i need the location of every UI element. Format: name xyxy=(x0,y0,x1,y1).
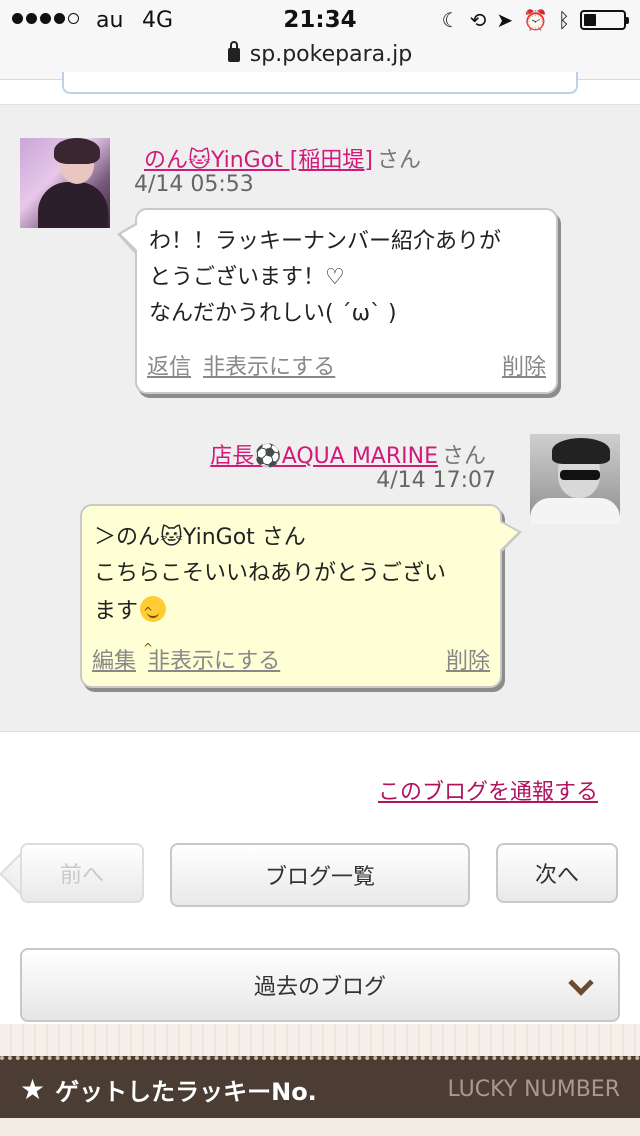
author-link[interactable]: 店長⚽AQUA MARINE xyxy=(210,444,438,469)
comment-bubble: わ！！ラッキーナンバー紹介ありが とうございます！♡ なんだかうれしい( ˊωˋ… xyxy=(117,208,558,394)
past-blog-label: 過去のブログ xyxy=(253,975,386,1000)
lucky-title: ゲットしたラッキーNo. xyxy=(55,1077,317,1106)
rotation-lock-icon: ⟲ xyxy=(469,8,487,32)
delete-button[interactable]: 削除 xyxy=(446,644,490,680)
edit-button[interactable]: 編集 xyxy=(92,644,136,680)
comment-line: なんだかうれしい( ˊωˋ ) xyxy=(149,301,397,326)
alarm-icon: ⏰ xyxy=(523,8,548,32)
decorative-divider xyxy=(0,1024,640,1056)
battery-icon xyxy=(580,10,629,30)
reply-button[interactable]: 返信 xyxy=(147,350,191,386)
comment-line: とうございます！♡ xyxy=(149,265,345,290)
soccer-ball-icon: ⚽ xyxy=(254,444,282,469)
location-arrow-icon: ➤ xyxy=(496,8,514,32)
comment-line: こちらこそいいねありがとうござい xyxy=(94,561,447,586)
delete-button[interactable]: 削除 xyxy=(502,350,546,386)
avatar[interactable] xyxy=(530,434,620,524)
hide-button[interactable]: 非表示にする xyxy=(148,644,280,680)
lock-icon xyxy=(227,41,240,62)
comment-line: わ！！ラッキーナンバー紹介ありが xyxy=(149,229,502,254)
comment-line: ます xyxy=(94,592,488,666)
comment-actions: 返信 非表示にする 削除 xyxy=(147,350,546,386)
reply-bubble: ＞のん🐱YinGot さん こちらこそいいねありがとうござい ます 編集 非表示… xyxy=(80,504,522,688)
blog-list-button[interactable]: ブログ一覧 xyxy=(170,843,470,907)
chevron-down-icon xyxy=(568,970,594,996)
cat-icon: 🐱 xyxy=(188,148,211,173)
lucky-number-bar[interactable]: ★ ゲットしたラッキーNo. LUCKY NUMBER xyxy=(0,1056,640,1118)
report-blog-link[interactable]: このブログを通報する xyxy=(378,774,598,806)
author-link[interactable]: のん🐱YinGot [稲田堤] xyxy=(144,148,373,173)
next-button[interactable]: 次へ xyxy=(496,843,618,903)
past-blog-dropdown[interactable]: 過去のブログ xyxy=(20,948,620,1022)
status-icons: ☾ ⟲ ➤ ⏰ ᛒ xyxy=(441,8,629,32)
comment-date: 4/14 17:07 xyxy=(376,468,496,493)
comment-actions: 編集 非表示にする 削除 xyxy=(92,644,490,680)
url-text: sp.pokepara.jp xyxy=(249,42,413,67)
comment-date: 4/14 05:53 xyxy=(134,172,254,197)
bluetooth-icon: ᛒ xyxy=(558,8,570,32)
prev-button[interactable]: 前へ xyxy=(20,843,144,903)
smile-emoji-icon xyxy=(140,594,167,666)
previous-box-edge xyxy=(62,72,578,94)
comment-author: のん🐱YinGot [稲田堤] さん xyxy=(144,148,421,173)
comment-author: 店長⚽AQUA MARINE さん xyxy=(210,444,486,469)
star-icon: ★ xyxy=(20,1072,46,1106)
avatar[interactable] xyxy=(20,138,110,228)
hide-button[interactable]: 非表示にする xyxy=(203,350,335,386)
lucky-subtitle: LUCKY NUMBER xyxy=(447,1076,620,1102)
moon-icon: ☾ xyxy=(441,8,460,32)
comment-line: ＞のん🐱YinGot さん xyxy=(94,525,306,550)
status-bar: au 4G 21:34 ☾ ⟲ ➤ ⏰ ᛒ xyxy=(0,0,640,40)
bottom-strip xyxy=(0,1118,640,1136)
